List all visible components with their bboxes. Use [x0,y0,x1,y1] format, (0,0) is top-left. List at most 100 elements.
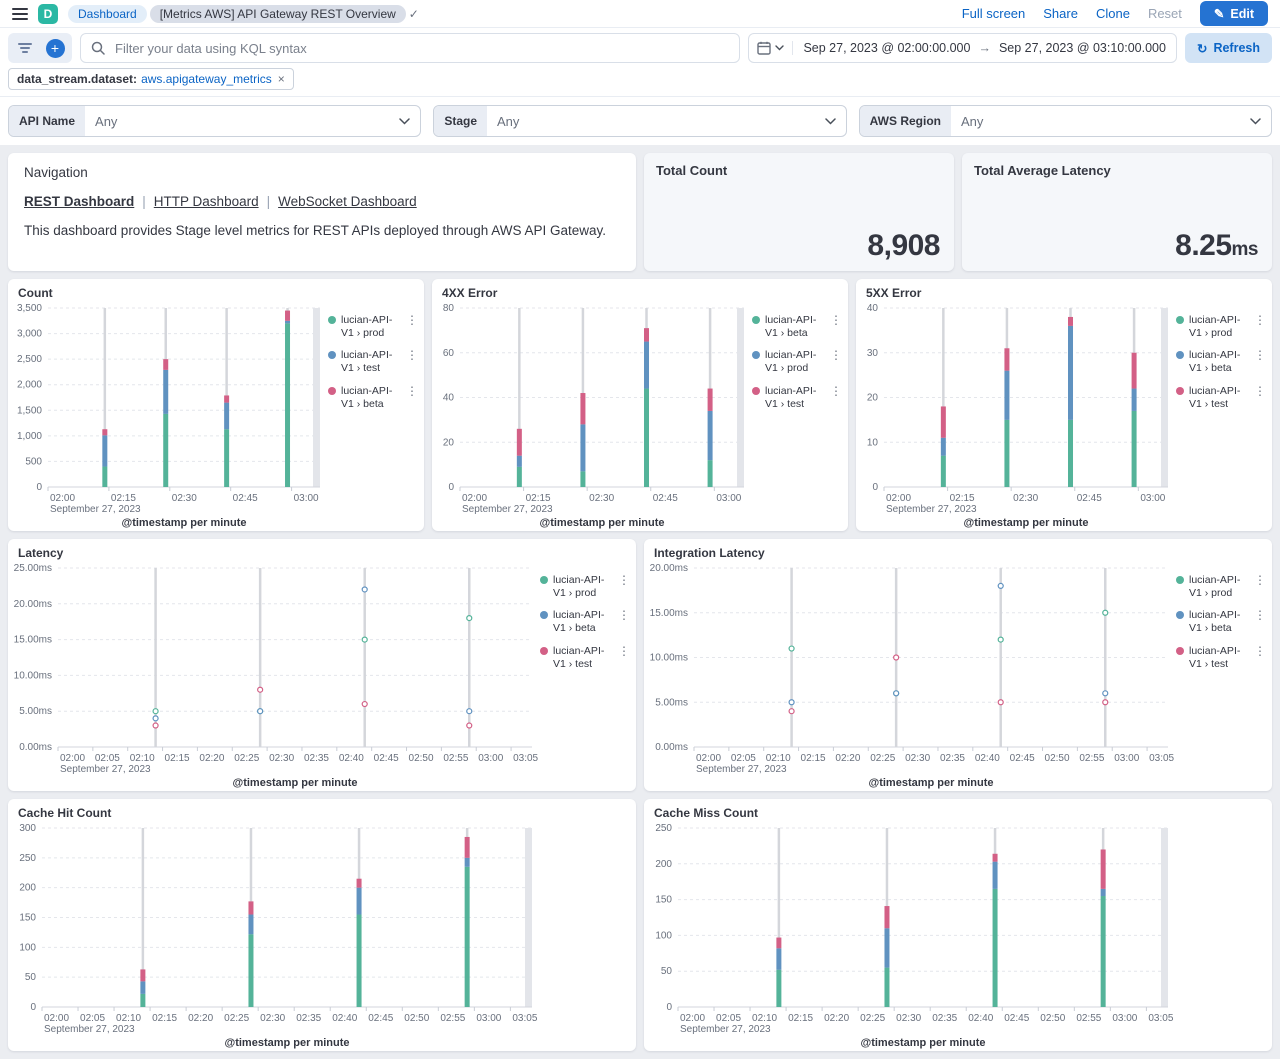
navigation-links: REST Dashboard | HTTP Dashboard | WebSoc… [12,180,632,209]
chart-plot[interactable]: 0.00ms5.00ms10.00ms15.00ms20.00ms25.00ms… [8,560,540,791]
svg-text:15.00ms: 15.00ms [14,635,52,646]
navigation-description: This dashboard provides Stage level metr… [12,209,632,252]
legend-item[interactable]: lucian-API-V1 › test⋮ [540,645,630,671]
bar-segment [1101,889,1106,896]
legend-menu-icon[interactable]: ⋮ [830,349,842,361]
legend-menu-icon[interactable]: ⋮ [406,349,418,361]
kql-search-input[interactable] [113,40,729,57]
legend-color-dot [328,387,336,395]
x-axis-title: @timestamp per minute [539,517,664,529]
legend-menu-icon[interactable]: ⋮ [1254,349,1266,361]
legend-menu-icon[interactable]: ⋮ [618,645,630,657]
legend-item[interactable]: lucian-API-V1 › prod⋮ [1176,314,1266,340]
svg-text:20.00ms: 20.00ms [650,563,688,574]
legend-color-dot [1176,576,1184,584]
svg-text:02:30: 02:30 [269,753,294,764]
legend-label: lucian-API-V1 › prod [553,574,613,600]
add-filter-button[interactable]: + [42,35,68,61]
legend-item[interactable]: lucian-API-V1 › prod ⋮ [540,574,630,600]
filter-pill[interactable]: data_stream.dataset: aws.apigateway_metr… [8,68,294,90]
control-api-name[interactable]: API Name Any [8,105,421,137]
calendar-menu[interactable] [749,41,793,55]
refresh-button[interactable]: ↻ Refresh [1185,33,1272,63]
legend-menu-icon[interactable]: ⋮ [618,574,630,586]
chart-plot[interactable]: 05001,0001,5002,0002,5003,0003,50002:000… [8,300,328,531]
reset-link[interactable]: Reset [1148,6,1182,21]
svg-text:02:20: 02:20 [188,1013,213,1024]
bar-segment [517,456,522,467]
chart-svg: 05010015020025002:0002:0502:1002:1502:20… [644,820,1176,1051]
svg-text:02:50: 02:50 [1045,753,1070,764]
legend-menu-icon[interactable]: ⋮ [830,314,842,326]
legend-item[interactable]: lucian-API-V1 › prod⋮ [1176,574,1266,600]
panel-cache-hit-count-chart: Cache Hit Count 05010015020025030002:000… [8,799,636,1051]
svg-text:02:15: 02:15 [950,493,975,504]
legend-menu-icon[interactable]: ⋮ [1254,574,1266,586]
panel-5xx-error-chart: 5XX Error 01020304002:0002:1502:3002:450… [856,279,1272,531]
x-axis-title: @timestamp per minute [121,517,246,529]
bar-segment [644,328,649,341]
control-aws-region[interactable]: AWS Region Any [859,105,1272,137]
link-websocket-dashboard[interactable]: WebSocket Dashboard [278,194,417,209]
legend-item[interactable]: lucian-API-V1 › test⋮ [752,385,842,411]
filter-icon[interactable] [12,35,38,61]
svg-text:03:00: 03:00 [716,493,741,504]
svg-text:02:15: 02:15 [526,493,551,504]
legend-item[interactable]: lucian-API-V1 › beta ⋮ [1176,349,1266,375]
link-rest-dashboard[interactable]: REST Dashboard [24,194,134,209]
breadcrumb-dashboard[interactable]: Dashboard [68,5,147,23]
link-http-dashboard[interactable]: HTTP Dashboard [154,194,259,209]
legend-item[interactable]: lucian-API-V1 › test⋮ [1176,645,1266,671]
panel-latency-chart: Latency 0.00ms5.00ms10.00ms15.00ms20.00m… [8,539,636,791]
legend-menu-icon[interactable]: ⋮ [406,385,418,397]
data-point [894,655,899,660]
chart-plot[interactable]: 01020304002:0002:1502:3002:4503:00Septem… [856,300,1176,531]
remove-filter-icon[interactable]: × [278,72,285,86]
legend-menu-icon[interactable]: ⋮ [1254,385,1266,397]
legend-menu-icon[interactable]: ⋮ [1254,645,1266,657]
legend-item[interactable]: lucian-API-V1 › beta⋮ [752,314,842,340]
svg-text:02:00: 02:00 [886,493,911,504]
legend-item[interactable]: lucian-API-V1 › beta⋮ [328,385,418,411]
legend-item[interactable]: lucian-API-V1 › prod⋮ [328,314,418,340]
edit-button[interactable]: ✎ Edit [1200,1,1268,26]
bar-segment [1068,317,1073,326]
x-axis-date-label: September 27, 2023 [50,504,141,515]
chart-plot[interactable]: 05010015020025002:0002:0502:1002:1502:20… [644,820,1272,1051]
breadcrumb-page-title[interactable]: [Metrics AWS] API Gateway REST Overview [150,5,406,23]
kql-search-box[interactable] [80,33,740,63]
metric-value: 8.25ms [1161,229,1272,271]
menu-icon[interactable] [12,8,28,20]
bar-segment [1132,411,1137,487]
legend-menu-icon[interactable]: ⋮ [406,314,418,326]
data-point [258,709,263,714]
legend-item[interactable]: lucian-API-V1 › beta⋮ [540,609,630,635]
share-link[interactable]: Share [1043,6,1078,21]
svg-text:02:55: 02:55 [1079,753,1104,764]
chart-title: 4XX Error [432,279,848,300]
svg-text:02:20: 02:20 [199,753,224,764]
bar-segment [465,858,470,867]
panel-4xx-error-chart: 4XX Error 02040608002:0002:1502:3002:450… [432,279,848,531]
bar-segment [1101,849,1106,888]
legend-menu-icon[interactable]: ⋮ [618,609,630,621]
svg-text:02:00: 02:00 [50,493,75,504]
data-point [998,583,1003,588]
control-stage[interactable]: Stage Any [433,105,846,137]
chart-plot[interactable]: 02040608002:0002:1502:3002:4503:00Septem… [432,300,752,531]
legend-menu-icon[interactable]: ⋮ [1254,314,1266,326]
date-range[interactable]: Sep 27, 2023 @ 02:00:00.000 → Sep 27, 20… [793,41,1176,55]
dashboard-app-icon[interactable]: D [38,4,58,24]
legend-item[interactable]: lucian-API-V1 › prod⋮ [752,349,842,375]
chart-plot[interactable]: 05010015020025030002:0002:0502:1002:1502… [8,820,636,1051]
legend-label: lucian-API-V1 › beta [1189,349,1249,375]
clone-link[interactable]: Clone [1096,6,1130,21]
legend-item[interactable]: lucian-API-V1 › beta⋮ [1176,609,1266,635]
legend-item[interactable]: lucian-API-V1 › test⋮ [1176,385,1266,411]
svg-text:02:25: 02:25 [224,1013,249,1024]
legend-menu-icon[interactable]: ⋮ [1254,609,1266,621]
legend-menu-icon[interactable]: ⋮ [830,385,842,397]
legend-item[interactable]: lucian-API-V1 › test⋮ [328,349,418,375]
full-screen-link[interactable]: Full screen [962,6,1026,21]
chart-plot[interactable]: 0.00ms5.00ms10.00ms15.00ms20.00ms02:0002… [644,560,1176,791]
